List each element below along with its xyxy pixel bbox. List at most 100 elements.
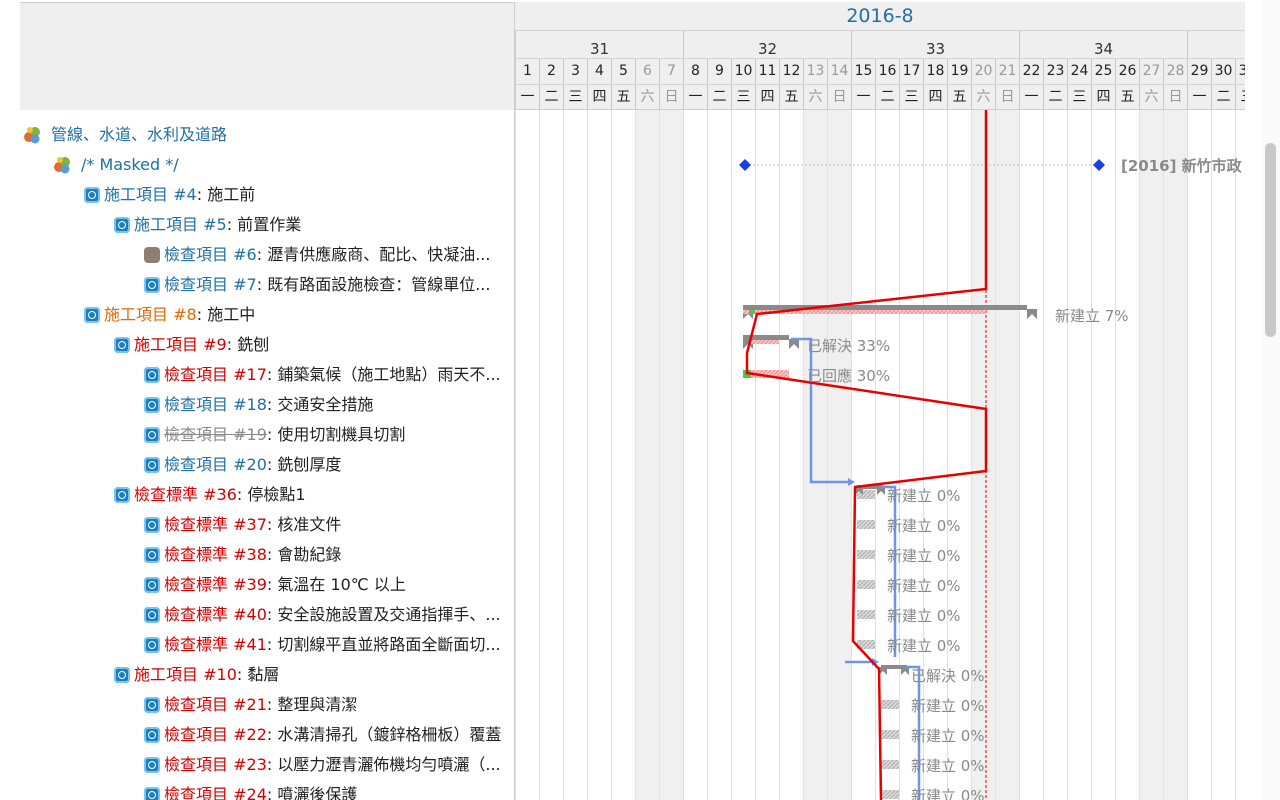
issue-icon: [144, 547, 160, 563]
task-bar: [881, 700, 899, 709]
issue-row[interactable]: 施工項目 #8: 施工中: [20, 300, 514, 330]
issue-row[interactable]: 檢查標準 #39: 氣溫在 10℃ 以上: [20, 570, 514, 600]
separator: :: [266, 365, 278, 384]
issue-row[interactable]: 施工項目 #5: 前置作業: [20, 210, 514, 240]
bar-label: 新建立 0%: [911, 757, 985, 775]
issue-row[interactable]: 施工項目 #10: 黏層: [20, 660, 514, 690]
day-cell: 10: [731, 59, 755, 84]
separator: :: [266, 455, 278, 474]
issue-row[interactable]: 檢查項目 #6: 瀝青供應廠商、配比、快凝油...: [20, 240, 514, 270]
issue-row[interactable]: 檢查項目 #19: 使用切割機具切割: [20, 420, 514, 450]
day-cell: 11: [755, 59, 779, 84]
issue-id: #40: [233, 605, 267, 624]
project-link[interactable]: /* Masked */: [81, 155, 179, 174]
issue-row[interactable]: 檢查標準 #36: 停檢點1: [20, 480, 514, 510]
redmine-gantt-view: 管線、水道、水利及道路 /* Masked */ 施工項目 #4: 施工前 施工項目 …: [0, 0, 1280, 800]
month-label[interactable]: 2016-8: [515, 5, 1245, 27]
weekday-cell: 三: [731, 85, 755, 109]
issue-link[interactable]: 施工項目 #8: [104, 305, 197, 324]
weekday-cell: 四: [1091, 85, 1115, 109]
issue-id: #39: [233, 575, 267, 594]
weekday-cell: 一: [515, 85, 539, 109]
issue-row[interactable]: 檢查標準 #38: 會勘紀錄: [20, 540, 514, 570]
issue-row[interactable]: 管線、水道、水利及道路: [20, 120, 514, 150]
issue-tracker: 檢查項目: [164, 785, 229, 800]
issue-row[interactable]: 檢查項目 #20: 銑刨厚度: [20, 450, 514, 480]
parent-marker-end: [1027, 309, 1037, 319]
relation-line: [791, 337, 853, 484]
issue-row[interactable]: 檢查項目 #22: 水溝清掃孔（鍍鋅格柵板）覆蓋: [20, 720, 514, 750]
issue-link[interactable]: 檢查標準 #38: [164, 545, 267, 564]
weekday-cell: 一: [683, 85, 707, 109]
issue-id: #18: [233, 395, 267, 414]
bar-label: 新建立 0%: [887, 577, 961, 595]
issue-link[interactable]: 檢查標準 #41: [164, 635, 267, 654]
day-cell: 30: [1211, 59, 1235, 84]
issue-row[interactable]: 檢查標準 #40: 安全設施設置及交通指揮手、...: [20, 600, 514, 630]
issue-row[interactable]: 檢查項目 #7: 既有路面設施檢查：管線單位...: [20, 270, 514, 300]
issue-link[interactable]: 檢查項目 #20: [164, 455, 267, 474]
issue-row[interactable]: 檢查項目 #21: 整理與清潔: [20, 690, 514, 720]
issue-title: 氣溫在 10℃ 以上: [277, 575, 406, 594]
issue-row[interactable]: 檢查項目 #17: 鋪築氣候（施工地點）雨天不...: [20, 360, 514, 390]
bar-label: [2016] 新竹市政: [1121, 157, 1243, 175]
issue-link[interactable]: 施工項目 #10: [134, 665, 237, 684]
vertical-scrollbar-thumb[interactable]: [1265, 143, 1276, 337]
issue-id: #4: [173, 185, 197, 204]
issue-link[interactable]: 檢查項目 #19: [164, 425, 267, 444]
issue-row[interactable]: 檢查標準 #37: 核准文件: [20, 510, 514, 540]
day-cell: 15: [851, 59, 875, 84]
day-cell: 22: [1019, 59, 1043, 84]
issue-link[interactable]: 檢查標準 #37: [164, 515, 267, 534]
issue-link[interactable]: 檢查項目 #18: [164, 395, 267, 414]
issue-link[interactable]: 檢查項目 #24: [164, 785, 267, 800]
issue-link[interactable]: 檢查標準 #36: [134, 485, 237, 504]
day-cell: 26: [1115, 59, 1139, 84]
issue-row[interactable]: 檢查項目 #23: 以壓力瀝青灑佈機均勻噴灑（...: [20, 750, 514, 780]
issue-link[interactable]: 施工項目 #5: [134, 215, 227, 234]
day-cell: 19: [947, 59, 971, 84]
issue-link[interactable]: 檢查項目 #21: [164, 695, 267, 714]
issue-tracker: 檢查標準: [164, 515, 229, 534]
issue-icon: [144, 367, 160, 383]
issue-link[interactable]: 檢查標準 #40: [164, 605, 267, 624]
day-cell: 5: [611, 59, 635, 84]
weekday-cell: 三: [1235, 85, 1245, 109]
issue-icon: [144, 577, 160, 593]
issue-row[interactable]: 施工項目 #9: 銑刨: [20, 330, 514, 360]
issue-row[interactable]: 施工項目 #4: 施工前: [20, 180, 514, 210]
issue-id: #19: [233, 425, 267, 444]
weekday-cell: 四: [755, 85, 779, 109]
issue-title: 銑刨: [237, 335, 270, 354]
day-cell: 20: [971, 59, 995, 84]
issue-link[interactable]: 檢查項目 #17: [164, 365, 267, 384]
issue-row[interactable]: 檢查項目 #18: 交通安全措施: [20, 390, 514, 420]
issue-link[interactable]: 施工項目 #9: [134, 335, 227, 354]
separator: :: [256, 245, 268, 264]
issue-link[interactable]: 檢查項目 #23: [164, 755, 267, 774]
issue-title: 水溝清掃孔（鍍鋅格柵板）覆蓋: [277, 725, 502, 744]
issue-link[interactable]: 檢查項目 #6: [164, 245, 257, 264]
issue-row[interactable]: /* Masked */: [20, 150, 514, 180]
issue-link[interactable]: 檢查項目 #7: [164, 275, 257, 294]
scrollbar-track[interactable]: [1262, 0, 1280, 800]
issue-tracker: 檢查項目: [164, 245, 229, 264]
issue-link[interactable]: 檢查項目 #22: [164, 725, 267, 744]
separator: :: [236, 665, 248, 684]
separator: :: [266, 575, 278, 594]
issue-link[interactable]: 施工項目 #4: [104, 185, 197, 204]
issue-id: #20: [233, 455, 267, 474]
task-bar: [857, 520, 875, 529]
separator: :: [196, 305, 208, 324]
day-cell: 7: [659, 59, 683, 84]
project-link[interactable]: 管線、水道、水利及道路: [51, 125, 227, 144]
issue-icon: [144, 637, 160, 653]
issue-row[interactable]: 檢查項目 #24: 噴灑後保護: [20, 780, 514, 800]
day-cell: 14: [827, 59, 851, 84]
separator: :: [266, 395, 278, 414]
issue-row[interactable]: 檢查標準 #41: 切割線平直並將路面全斷面切...: [20, 630, 514, 660]
issue-icon: [144, 277, 160, 293]
issue-tracker: 檢查標準: [164, 545, 229, 564]
issue-link[interactable]: 檢查標準 #39: [164, 575, 267, 594]
bar-label: 新建立 0%: [887, 487, 961, 505]
